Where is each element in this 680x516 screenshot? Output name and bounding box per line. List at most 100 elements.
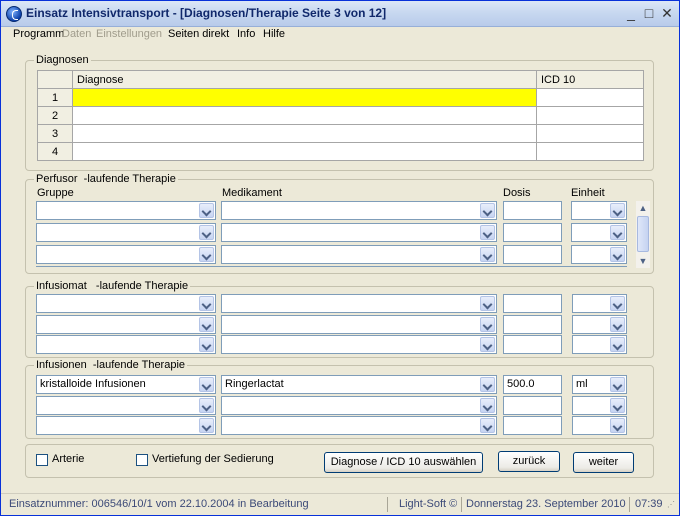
chevron-down-icon[interactable] — [610, 317, 625, 332]
infusiomat-gruppe-select[interactable] — [36, 294, 216, 313]
chevron-down-icon[interactable] — [480, 247, 495, 262]
icd-cell[interactable] — [536, 124, 644, 143]
infusiomat-einheit-select[interactable] — [572, 294, 627, 313]
sedierung-checkbox[interactable] — [136, 454, 148, 466]
chevron-down-icon[interactable] — [199, 398, 214, 413]
perfusor-gruppe-select[interactable] — [36, 201, 216, 220]
infusionen-dosis-field[interactable] — [503, 416, 562, 435]
column-diagnose[interactable]: Diagnose — [72, 70, 537, 89]
chevron-down-icon[interactable] — [610, 225, 625, 240]
chevron-down-icon[interactable] — [480, 225, 495, 240]
infusiomat-medikament-select[interactable] — [221, 335, 497, 354]
chevron-down-icon[interactable] — [480, 398, 495, 413]
menu-einstellungen[interactable]: Einstellungen — [96, 28, 162, 40]
perfusor-einheit-select[interactable] — [571, 201, 627, 220]
perfusor-medikament-select[interactable] — [221, 201, 497, 220]
chevron-down-icon[interactable] — [610, 418, 625, 433]
chevron-down-icon[interactable] — [199, 247, 214, 262]
chevron-down-icon[interactable] — [199, 203, 214, 218]
chevron-down-icon[interactable] — [610, 296, 625, 311]
chevron-down-icon[interactable] — [199, 418, 214, 433]
menu-programm[interactable]: Programm — [13, 28, 64, 40]
infusiomat-einheit-select[interactable] — [572, 315, 627, 334]
diagnose-cell[interactable] — [72, 124, 537, 143]
chevron-down-icon[interactable] — [610, 377, 625, 392]
diagnose-cell[interactable] — [72, 88, 537, 107]
icd-cell[interactable] — [536, 88, 644, 107]
status-vendor: Light-Soft © — [399, 498, 458, 510]
infusionen-einheit-select[interactable]: ml — [572, 375, 627, 394]
perfusor-gruppe-select[interactable] — [36, 245, 216, 264]
menu-info[interactable]: Info — [237, 28, 255, 40]
close-button[interactable]: ✕ — [657, 4, 677, 23]
infusiomat-medikament-select[interactable] — [221, 294, 497, 313]
chevron-down-icon[interactable] — [480, 418, 495, 433]
chevron-down-icon[interactable] — [199, 337, 214, 352]
infusiomat-gruppe-select[interactable] — [36, 335, 216, 354]
perfusor-einheit-select[interactable] — [571, 245, 627, 264]
chevron-down-icon[interactable] — [610, 398, 625, 413]
chevron-down-icon[interactable] — [480, 203, 495, 218]
chevron-down-icon[interactable] — [610, 247, 625, 262]
infusionen-gruppe-select[interactable]: kristalloide Infusionen — [36, 375, 216, 394]
diagnose-icd-select-button[interactable]: Diagnose / ICD 10 auswählen — [324, 452, 483, 473]
chevron-down-icon[interactable] — [480, 377, 495, 392]
infusiomat-dosis-field[interactable] — [503, 315, 562, 334]
infusionen-medikament-select[interactable] — [221, 396, 497, 415]
menu-daten[interactable]: Daten — [62, 28, 91, 40]
row-number[interactable]: 4 — [37, 142, 73, 161]
resize-grip-icon[interactable]: ⋰ — [667, 500, 675, 509]
infusionen-gruppe-select[interactable] — [36, 396, 216, 415]
back-button[interactable]: zurück — [498, 451, 560, 472]
sedierung-label[interactable]: Vertiefung der Sedierung — [152, 453, 274, 465]
infusionen-dosis-field[interactable] — [503, 396, 562, 415]
infusiomat-einheit-select[interactable] — [572, 335, 627, 354]
icd-cell[interactable] — [536, 142, 644, 161]
diagnose-cell[interactable] — [72, 142, 537, 161]
infusionen-einheit-select[interactable] — [572, 416, 627, 435]
column-icd10[interactable]: ICD 10 — [536, 70, 644, 89]
menu-seiten-direkt[interactable]: Seiten direkt — [168, 28, 229, 40]
perfusor-gruppe-select[interactable] — [36, 223, 216, 242]
perfusor-einheit-select[interactable] — [571, 223, 627, 242]
infusiomat-dosis-field[interactable] — [503, 335, 562, 354]
scroll-thumb[interactable] — [637, 216, 649, 252]
chevron-down-icon[interactable] — [199, 225, 214, 240]
menu-hilfe[interactable]: Hilfe — [263, 28, 285, 40]
perfusor-medikament-select[interactable] — [221, 245, 497, 264]
chevron-down-icon[interactable] — [480, 317, 495, 332]
row-number[interactable]: 3 — [37, 124, 73, 143]
infusionen-medikament-select[interactable] — [221, 416, 497, 435]
chevron-down-icon[interactable] — [610, 337, 625, 352]
arterie-checkbox[interactable] — [36, 454, 48, 466]
chevron-down-icon[interactable] — [199, 377, 214, 392]
minimize-button[interactable]: _ — [621, 4, 641, 23]
infusionen-einheit-select[interactable] — [572, 396, 627, 415]
chevron-down-icon[interactable] — [480, 337, 495, 352]
perfusor-scrollbar[interactable]: ▲ ▼ — [636, 201, 650, 268]
infusiomat-gruppe-select[interactable] — [36, 315, 216, 334]
scroll-up-icon[interactable]: ▲ — [636, 201, 650, 215]
perfusor-dosis-field[interactable] — [503, 245, 562, 264]
chevron-down-icon[interactable] — [199, 317, 214, 332]
maximize-button[interactable]: □ — [639, 4, 659, 23]
perfusor-medikament-select[interactable] — [221, 223, 497, 242]
chevron-down-icon[interactable] — [480, 296, 495, 311]
infusionen-medikament-select[interactable]: Ringerlactat — [221, 375, 497, 394]
infusiomat-medikament-select[interactable] — [221, 315, 497, 334]
infusiomat-dosis-field[interactable] — [503, 294, 562, 313]
scroll-down-icon[interactable]: ▼ — [636, 254, 650, 268]
chevron-down-icon[interactable] — [199, 296, 214, 311]
diagnose-cell[interactable] — [72, 106, 537, 125]
column-dosis: Dosis — [503, 187, 531, 199]
row-number[interactable]: 2 — [37, 106, 73, 125]
infusionen-gruppe-select[interactable] — [36, 416, 216, 435]
perfusor-dosis-field[interactable] — [503, 223, 562, 242]
next-button[interactable]: weiter — [573, 452, 634, 473]
infusionen-dosis-field[interactable]: 500.0 — [503, 375, 562, 394]
chevron-down-icon[interactable] — [610, 203, 625, 218]
icd-cell[interactable] — [536, 106, 644, 125]
row-number[interactable]: 1 — [37, 88, 73, 107]
arterie-label[interactable]: Arterie — [52, 453, 84, 465]
perfusor-dosis-field[interactable] — [503, 201, 562, 220]
